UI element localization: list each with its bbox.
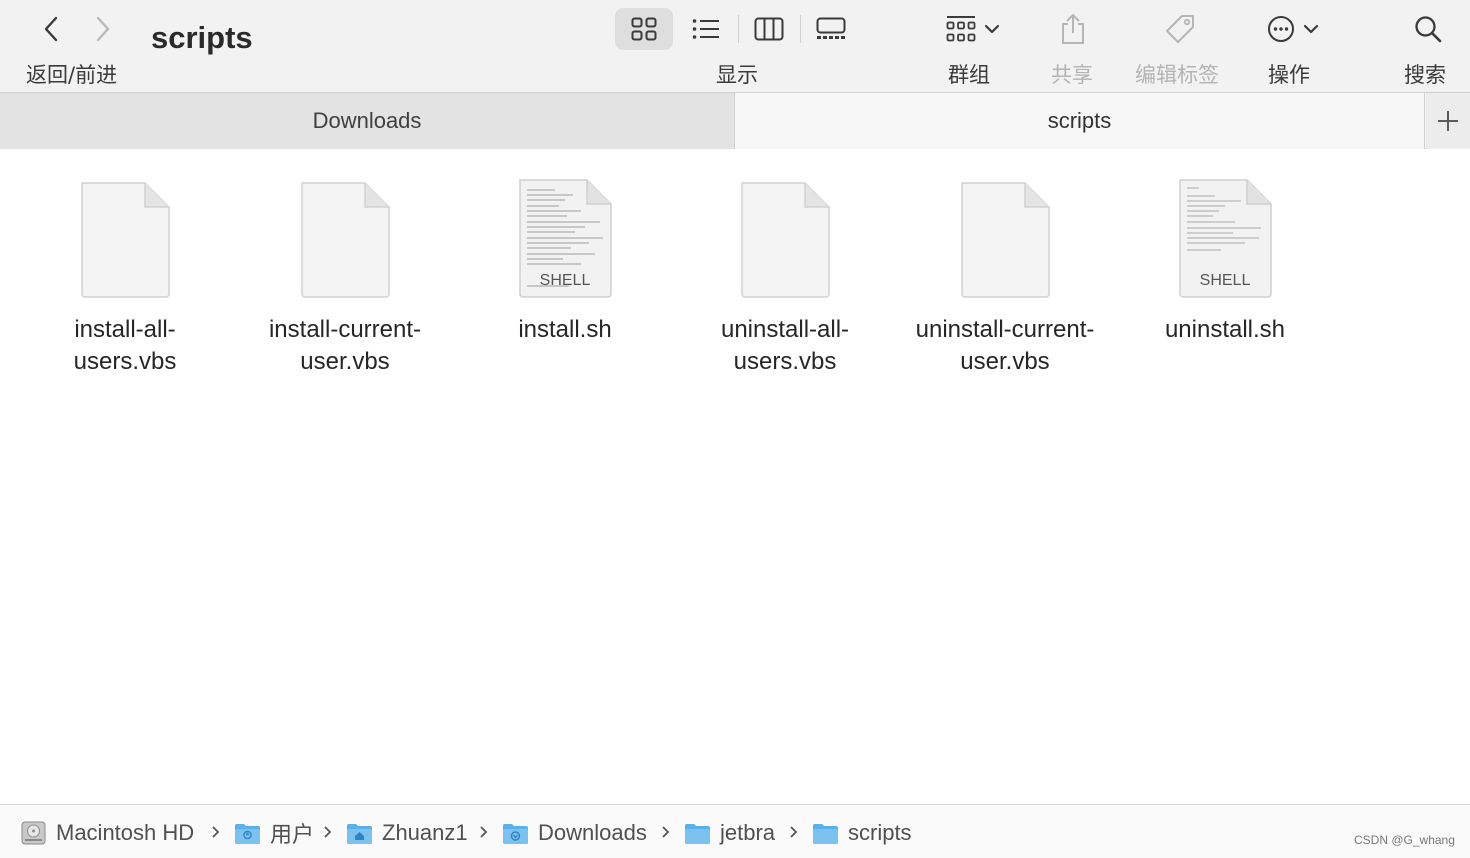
path-label: scripts xyxy=(848,820,912,845)
file-item[interactable]: SHELL uninstall.sh xyxy=(1115,176,1335,386)
path-item-scripts[interactable]: scripts xyxy=(812,818,912,848)
view-caption: 显示 xyxy=(716,63,758,87)
file-item[interactable]: install-current- user.vbs xyxy=(235,176,455,386)
chevron-down-icon xyxy=(1303,24,1319,34)
path-item-jetbra[interactable]: jetbra xyxy=(684,818,775,848)
share-button[interactable] xyxy=(1056,8,1090,50)
chevron-down-icon xyxy=(984,24,1000,34)
document-icon xyxy=(81,182,170,298)
view-separator xyxy=(738,15,739,43)
column-view-button[interactable] xyxy=(740,8,798,50)
group-icon xyxy=(946,16,976,42)
file-badge: SHELL xyxy=(1199,272,1251,289)
tab-label: scripts xyxy=(1047,108,1112,133)
tab-label: Downloads xyxy=(312,108,422,133)
file-name: uninstall-all- users.vbs xyxy=(720,316,850,375)
tab-scripts[interactable]: scripts xyxy=(735,93,1425,149)
file-name: install-all- users.vbs xyxy=(73,316,177,375)
back-button[interactable] xyxy=(34,10,68,48)
forward-button[interactable] xyxy=(86,10,120,48)
search-icon xyxy=(1415,16,1442,43)
search-button[interactable] xyxy=(1410,8,1446,50)
users-folder-icon xyxy=(235,824,260,844)
path-bar: Macintosh HD 用户 Zhuanz1 Downloads jetbra… xyxy=(0,804,1470,858)
file-item[interactable]: uninstall-current- user.vbs xyxy=(895,176,1115,386)
path-item-zhuanz1[interactable]: Zhuanz1 xyxy=(346,818,468,848)
hard-drive-icon xyxy=(21,821,46,845)
path-item-macintosh-hd[interactable]: Macintosh HD xyxy=(20,818,194,848)
file-name: uninstall.sh xyxy=(1164,316,1286,343)
path-label: jetbra xyxy=(720,820,776,845)
column-view-icon xyxy=(754,17,784,41)
gallery-view-icon xyxy=(816,17,846,39)
group-button[interactable] xyxy=(940,8,1006,50)
chevron-right-icon xyxy=(480,826,488,838)
grid-view-icon xyxy=(631,17,657,41)
path-item-users[interactable]: 用户 xyxy=(234,818,314,848)
file-name: uninstall-current- user.vbs xyxy=(915,316,1095,375)
tags-caption: 编辑标签 xyxy=(1135,63,1219,87)
share-icon xyxy=(1062,13,1084,44)
document-icon xyxy=(961,182,1050,298)
new-tab-button[interactable] xyxy=(1426,93,1470,149)
file-name: install.sh xyxy=(518,316,612,343)
tag-icon xyxy=(1166,15,1194,43)
downloads-folder-icon xyxy=(503,824,528,844)
folder-icon xyxy=(813,824,838,844)
path-label: Zhuanz1 xyxy=(382,820,468,845)
gallery-view-button[interactable] xyxy=(802,8,860,50)
search-caption: 搜索 xyxy=(1404,63,1446,87)
file-grid: install-all- users.vbs install-current- … xyxy=(0,150,1470,804)
chevron-right-icon xyxy=(96,16,110,42)
watermark: CSDN @G_whang xyxy=(1354,833,1455,847)
chevron-right-icon xyxy=(662,826,670,838)
icon-view-button[interactable] xyxy=(615,8,673,50)
edit-tags-button[interactable] xyxy=(1162,8,1198,50)
file-name: install-current- user.vbs xyxy=(268,316,422,375)
path-label: Macintosh HD xyxy=(56,820,195,845)
list-view-icon xyxy=(692,19,719,39)
chevron-left-icon xyxy=(44,16,58,42)
plus-icon xyxy=(1438,111,1458,131)
file-item[interactable]: install-all- users.vbs xyxy=(15,176,235,386)
chevron-right-icon xyxy=(790,826,798,838)
nav-caption: 返回/前进 xyxy=(26,63,118,87)
home-folder-icon xyxy=(347,824,372,844)
toolbar: 返回/前进 scripts 显示 群组 共享 编辑标签 操作 搜索 xyxy=(0,0,1470,92)
file-badge: SHELL xyxy=(539,272,591,289)
tab-bar: Downloads scripts xyxy=(0,92,1470,149)
list-view-button[interactable] xyxy=(677,8,735,50)
file-item[interactable]: uninstall-all- users.vbs xyxy=(675,176,895,386)
tab-downloads[interactable]: Downloads xyxy=(0,93,735,149)
chevron-right-icon xyxy=(324,826,332,838)
file-item[interactable]: SHELL install.sh xyxy=(455,176,675,386)
action-button[interactable] xyxy=(1262,8,1324,50)
more-icon xyxy=(1268,16,1294,42)
path-label: Downloads xyxy=(538,820,647,845)
document-icon xyxy=(301,182,390,298)
window-title: scripts xyxy=(151,20,253,55)
folder-icon xyxy=(685,824,710,844)
path-item-downloads[interactable]: Downloads xyxy=(502,818,647,848)
share-caption: 共享 xyxy=(1051,63,1093,87)
document-icon xyxy=(741,182,830,298)
view-separator xyxy=(800,15,801,43)
chevron-right-icon xyxy=(212,826,220,838)
group-caption: 群组 xyxy=(948,63,990,87)
path-label: 用户 xyxy=(270,822,315,847)
action-caption: 操作 xyxy=(1268,63,1310,87)
